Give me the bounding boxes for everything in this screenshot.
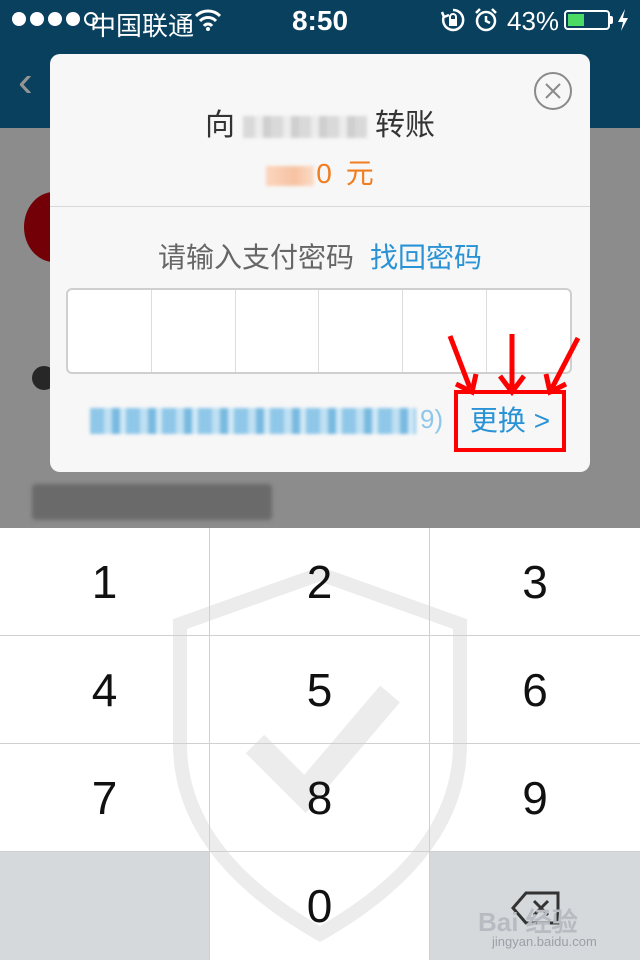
recipient-name-blurred xyxy=(243,116,367,139)
close-circle-icon xyxy=(545,83,561,99)
password-prompt-row: 请输入支付密码 找回密码 xyxy=(50,236,590,276)
key-6[interactable]: 6 xyxy=(430,636,640,744)
key-7[interactable]: 7 xyxy=(0,744,210,852)
charging-icon xyxy=(618,9,628,31)
battery-percent: 43% xyxy=(507,6,560,36)
card-info-blurred xyxy=(90,408,416,434)
battery-level-fill xyxy=(568,14,584,26)
payment-screen: ‹ 中国联通 8:50 43% 向 转账 0 元 请输入支付密码 找回密码 9)… xyxy=(0,0,640,960)
password-digit-slot xyxy=(152,290,236,372)
transfer-amount: 0元 xyxy=(50,152,590,192)
key-5[interactable]: 5 xyxy=(210,636,430,744)
amount-blurred xyxy=(266,165,315,186)
payment-password-dialog: 向转账 0元 请输入支付密码 找回密码 9) 更换 > xyxy=(50,54,590,472)
transfer-title: 向 转账 xyxy=(50,100,590,144)
password-prompt: 请输入支付密码 xyxy=(157,242,354,273)
password-digit-slot xyxy=(68,290,152,372)
password-digit-slot xyxy=(236,290,320,372)
recover-password-link[interactable]: 找回密码 xyxy=(370,242,482,273)
card-info-tail: 9) xyxy=(420,404,444,434)
amount-visible-digit: 0 xyxy=(316,158,332,189)
password-digit-slot xyxy=(319,290,404,372)
annotation-arrows-icon xyxy=(447,334,581,397)
key-9[interactable]: 9 xyxy=(430,744,640,852)
title-prefix: 向 xyxy=(205,109,235,142)
amount-unit: 元 xyxy=(345,158,374,189)
key-3[interactable]: 3 xyxy=(430,528,640,636)
battery-icon xyxy=(564,10,610,30)
key-8[interactable]: 8 xyxy=(210,744,430,852)
rotation-lock-icon xyxy=(440,8,465,32)
key-2[interactable]: 2 xyxy=(210,528,430,636)
battery-cap xyxy=(610,16,613,24)
key-1[interactable]: 1 xyxy=(0,528,210,636)
key-4[interactable]: 4 xyxy=(0,636,210,744)
alarm-icon xyxy=(475,8,497,32)
watermark-site: jingyan.baidu.com xyxy=(492,934,597,949)
key-blank xyxy=(0,852,210,960)
key-0[interactable]: 0 xyxy=(210,852,430,960)
status-bar: 中国联通 8:50 43% xyxy=(0,0,640,41)
dialog-divider xyxy=(50,206,590,207)
title-suffix: 转账 xyxy=(375,109,435,142)
